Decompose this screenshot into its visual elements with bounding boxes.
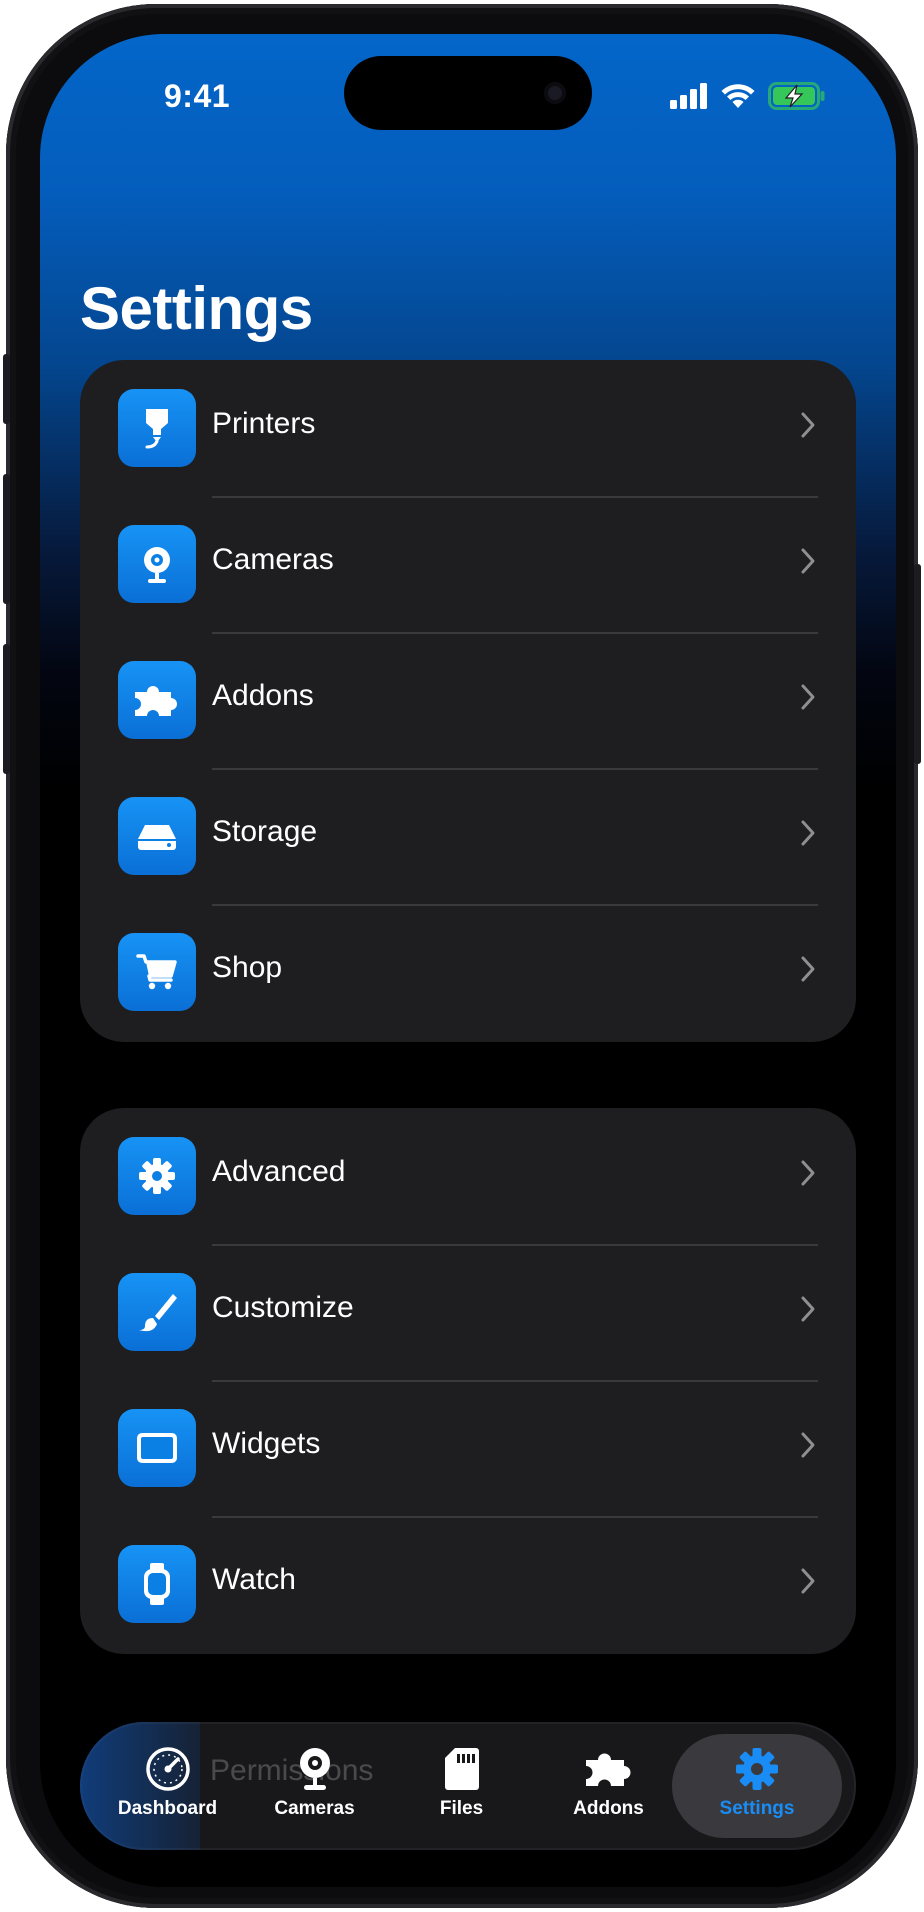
widget-icon	[118, 1409, 196, 1487]
chevron-right-icon	[801, 684, 815, 710]
tab-label: Files	[439, 1798, 484, 1819]
gear-icon	[118, 1137, 196, 1215]
tab-label: Cameras	[274, 1798, 355, 1819]
chevron-right-icon	[801, 1296, 815, 1322]
tab-label: Settings	[719, 1798, 795, 1819]
puzzle-icon	[118, 661, 196, 739]
row-label: Storage	[212, 815, 318, 848]
row-label: Cameras	[212, 543, 334, 576]
tab-label: Dashboard	[117, 1798, 218, 1819]
cellular-signal-icon	[670, 83, 707, 109]
battery-charging-icon	[768, 82, 825, 110]
cart-icon	[118, 933, 196, 1011]
settings-row-printers[interactable]: Printers	[80, 360, 856, 496]
phone-frame: 9:41 Settings Printers Cameras Addons St…	[3, 4, 921, 1908]
settings-group-2: Advanced Customize Widgets Watch	[80, 1108, 856, 1654]
settings-row-addons[interactable]: Addons	[80, 632, 856, 768]
row-label: Advanced	[212, 1155, 346, 1188]
page-title: Settings	[80, 275, 313, 342]
status-icons	[670, 82, 826, 110]
drive-icon	[118, 797, 196, 875]
chevron-right-icon	[801, 412, 815, 438]
tab-cameras[interactable]: Cameras	[241, 1722, 388, 1850]
camera-icon	[118, 525, 196, 603]
power-button	[914, 564, 921, 764]
row-label: Addons	[212, 679, 314, 712]
printer-icon	[118, 389, 196, 467]
status-bar: 9:41	[40, 34, 896, 154]
settings-group-1: Printers Cameras Addons Storage Shop	[80, 360, 856, 1042]
settings-row-widgets[interactable]: Widgets	[80, 1380, 856, 1516]
row-label: Shop	[212, 951, 283, 984]
action-button	[3, 354, 10, 424]
chevron-right-icon	[801, 1432, 815, 1458]
puzzle-icon	[578, 1744, 640, 1794]
row-label: Customize	[212, 1291, 354, 1324]
settings-row-watch[interactable]: Watch	[80, 1516, 856, 1652]
chevron-right-icon	[801, 548, 815, 574]
tab-dashboard[interactable]: Dashboard	[94, 1722, 241, 1850]
paintbrush-icon	[118, 1273, 196, 1351]
chevron-right-icon	[801, 956, 815, 982]
dynamic-island	[344, 56, 592, 130]
chevron-right-icon	[801, 1568, 815, 1594]
front-camera	[544, 82, 566, 104]
chevron-right-icon	[801, 820, 815, 846]
settings-row-cameras[interactable]: Cameras	[80, 496, 856, 632]
tab-files[interactable]: Files	[388, 1722, 535, 1850]
wifi-icon	[721, 84, 755, 108]
row-label: Printers	[212, 407, 316, 440]
sdcard-icon	[442, 1744, 482, 1794]
settings-row-storage[interactable]: Storage	[80, 768, 856, 904]
gauge-icon	[145, 1744, 191, 1794]
gear-icon	[733, 1744, 781, 1794]
row-label: Widgets	[212, 1427, 321, 1460]
tab-addons[interactable]: Addons	[535, 1722, 682, 1850]
settings-row-customize[interactable]: Customize	[80, 1244, 856, 1380]
settings-row-shop[interactable]: Shop	[80, 904, 856, 1040]
tab-label: Addons	[573, 1798, 644, 1819]
tab-settings[interactable]: Settings	[672, 1734, 842, 1838]
volume-up-button	[3, 474, 10, 604]
screen: 9:41 Settings Printers Cameras Addons St…	[40, 34, 896, 1887]
chevron-right-icon	[801, 1160, 815, 1186]
settings-row-advanced[interactable]: Advanced	[80, 1108, 856, 1244]
camera-icon	[295, 1744, 335, 1794]
tab-bar: Permissions Dashboard Cameras Files Addo…	[80, 1722, 856, 1850]
watch-icon	[118, 1545, 196, 1623]
status-time: 9:41	[164, 78, 231, 114]
volume-down-button	[3, 644, 10, 774]
row-label: Watch	[212, 1563, 296, 1596]
